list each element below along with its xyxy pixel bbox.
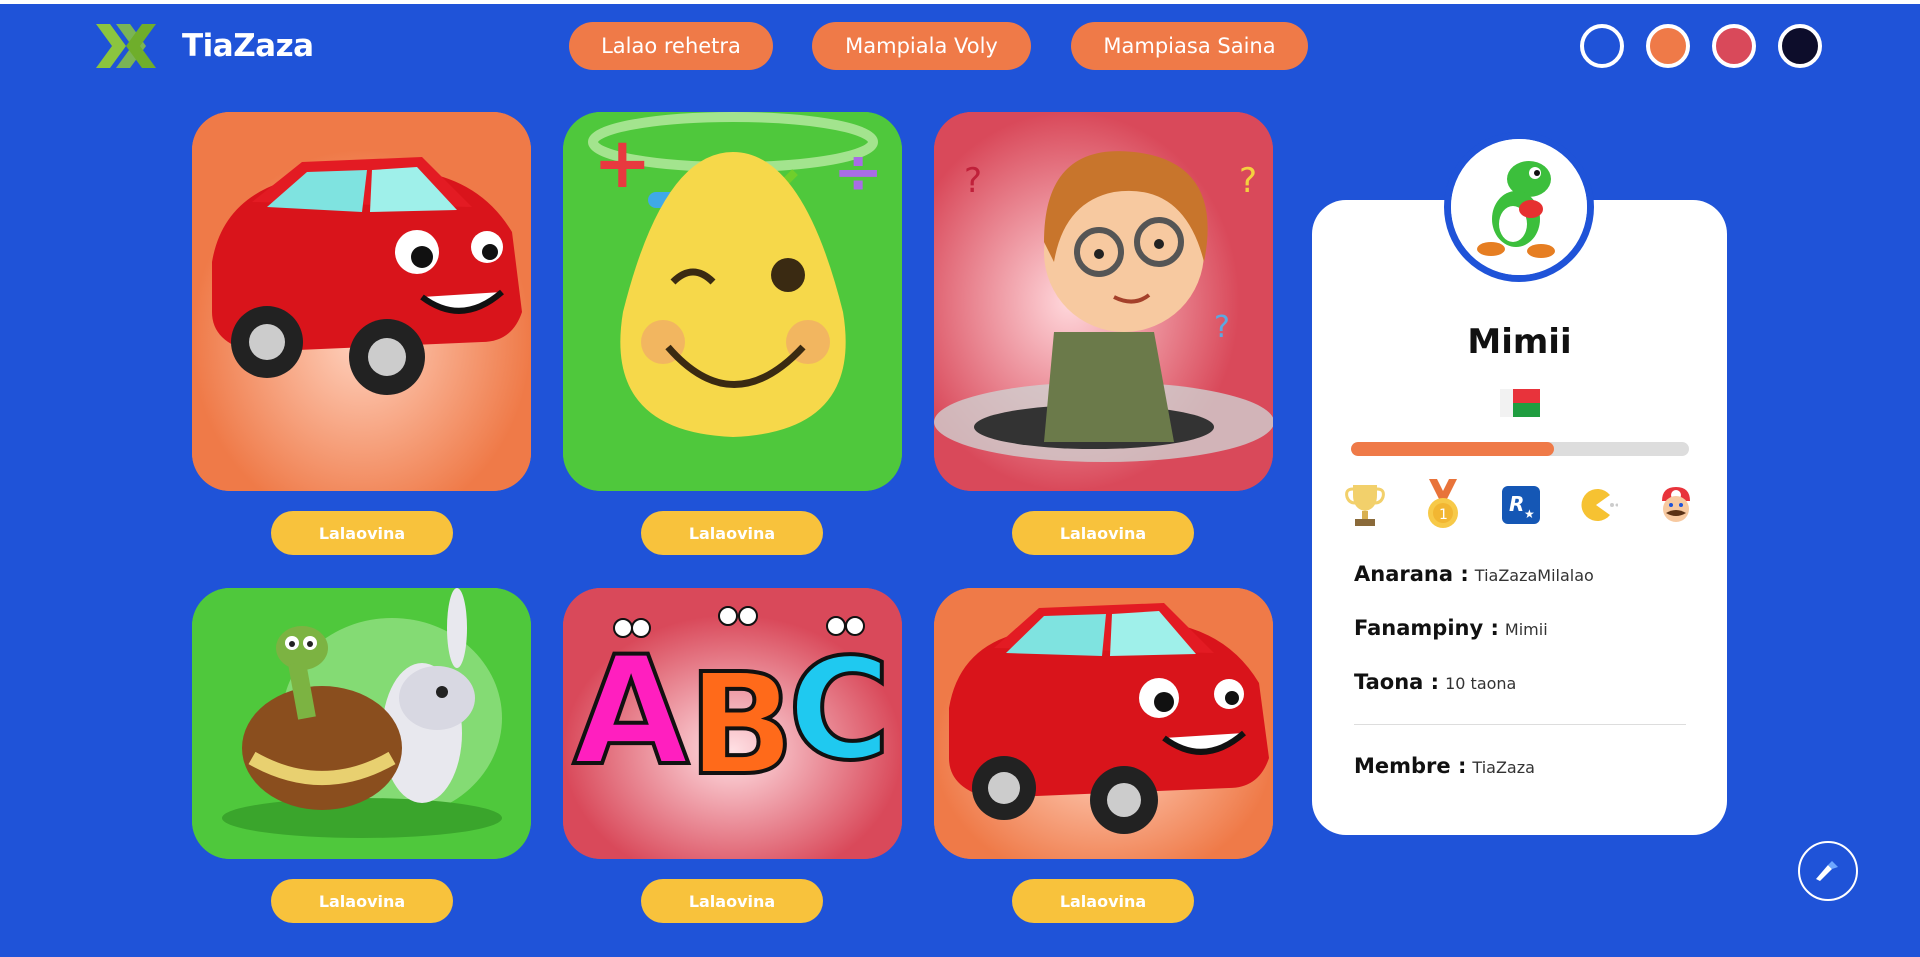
svg-text:R: R <box>1509 492 1524 516</box>
field-label: Fanampiny : <box>1354 616 1499 640</box>
play-button-4[interactable]: Lalaovina <box>271 879 453 923</box>
svg-text:?: ? <box>1239 161 1257 201</box>
pen-icon <box>1816 861 1838 881</box>
pacman-icon <box>1576 479 1620 531</box>
svg-text:1: 1 <box>1439 507 1448 523</box>
profile-field-member: Membre : TiaZaza <box>1354 754 1535 778</box>
field-value: 10 taona <box>1445 674 1517 693</box>
game-card-3[interactable]: ? ? ? <box>934 112 1273 491</box>
medal-icon: 1 <box>1421 479 1465 531</box>
profile-divider <box>1354 724 1686 725</box>
logo-icon <box>96 24 156 68</box>
play-button-6[interactable]: Lalaovina <box>1012 879 1194 923</box>
svg-text:B: B <box>688 644 795 807</box>
nav-all-games[interactable]: Lalao rehetra <box>569 22 773 70</box>
turtle-rabbit-illustration <box>192 588 531 859</box>
svg-text:+: + <box>593 122 652 204</box>
svg-text:÷: ÷ <box>833 137 883 207</box>
thinking-boy-illustration: ? ? ? <box>934 112 1273 491</box>
theme-red-button[interactable] <box>1712 24 1756 68</box>
profile-field-firstname: Anarana : TiaZazaMilalao <box>1354 562 1594 586</box>
play-button-5[interactable]: Lalaovina <box>641 879 823 923</box>
play-button-3[interactable]: Lalaovina <box>1012 511 1194 555</box>
profile-name: Mimii <box>1467 322 1572 362</box>
game-card-2[interactable]: + × ÷ <box>563 112 902 491</box>
play-button-1[interactable]: Lalaovina <box>271 511 453 555</box>
red-car-illustration <box>192 112 531 491</box>
math-smiley-illustration: + × ÷ <box>563 112 902 491</box>
theme-blue-button[interactable] <box>1580 24 1624 68</box>
svg-text:C: C <box>788 629 891 792</box>
field-label: Anarana : <box>1354 562 1469 586</box>
theme-orange-button[interactable] <box>1646 24 1690 68</box>
theme-dark-button[interactable] <box>1778 24 1822 68</box>
rockstar-icon: R ★ <box>1499 479 1543 531</box>
profile-field-nickname: Fanampiny : Mimii <box>1354 616 1548 640</box>
profile-field-age: Taona : 10 taona <box>1354 670 1516 694</box>
field-value: TiaZazaMilalao <box>1474 566 1594 585</box>
profile-progress-bar <box>1351 442 1689 456</box>
field-label: Taona : <box>1354 670 1440 694</box>
profile-avatar <box>1444 132 1594 282</box>
brand-logo[interactable]: TiaZaza <box>96 22 314 70</box>
profile-badges: 1 R ★ <box>1343 479 1698 531</box>
svg-text:A: A <box>573 625 689 799</box>
field-value: Mimii <box>1504 620 1548 639</box>
game-card-1[interactable] <box>192 112 531 491</box>
mario-icon <box>1654 479 1698 531</box>
svg-text:★: ★ <box>1524 507 1535 521</box>
field-value: TiaZaza <box>1472 758 1535 777</box>
field-label: Membre : <box>1354 754 1467 778</box>
brand-name: TiaZaza <box>182 28 314 64</box>
play-button-2[interactable]: Lalaovina <box>641 511 823 555</box>
game-card-6[interactable] <box>934 588 1273 859</box>
svg-text:?: ? <box>1214 310 1230 345</box>
trophy-icon <box>1343 479 1387 531</box>
game-card-5[interactable]: A B C <box>563 588 902 859</box>
profile-progress-fill <box>1351 442 1554 456</box>
svg-text:?: ? <box>964 161 982 201</box>
abc-letters-illustration: A B C <box>563 588 902 859</box>
nav-fun-games[interactable]: Mampiala Voly <box>812 22 1031 70</box>
game-card-4[interactable] <box>192 588 531 859</box>
nav-brain-games[interactable]: Mampiasa Saina <box>1071 22 1308 70</box>
yoshi-avatar <box>1451 139 1587 275</box>
scroll-top-button[interactable] <box>1798 841 1858 901</box>
red-car-illustration <box>934 588 1273 859</box>
madagascar-flag <box>1500 389 1540 417</box>
